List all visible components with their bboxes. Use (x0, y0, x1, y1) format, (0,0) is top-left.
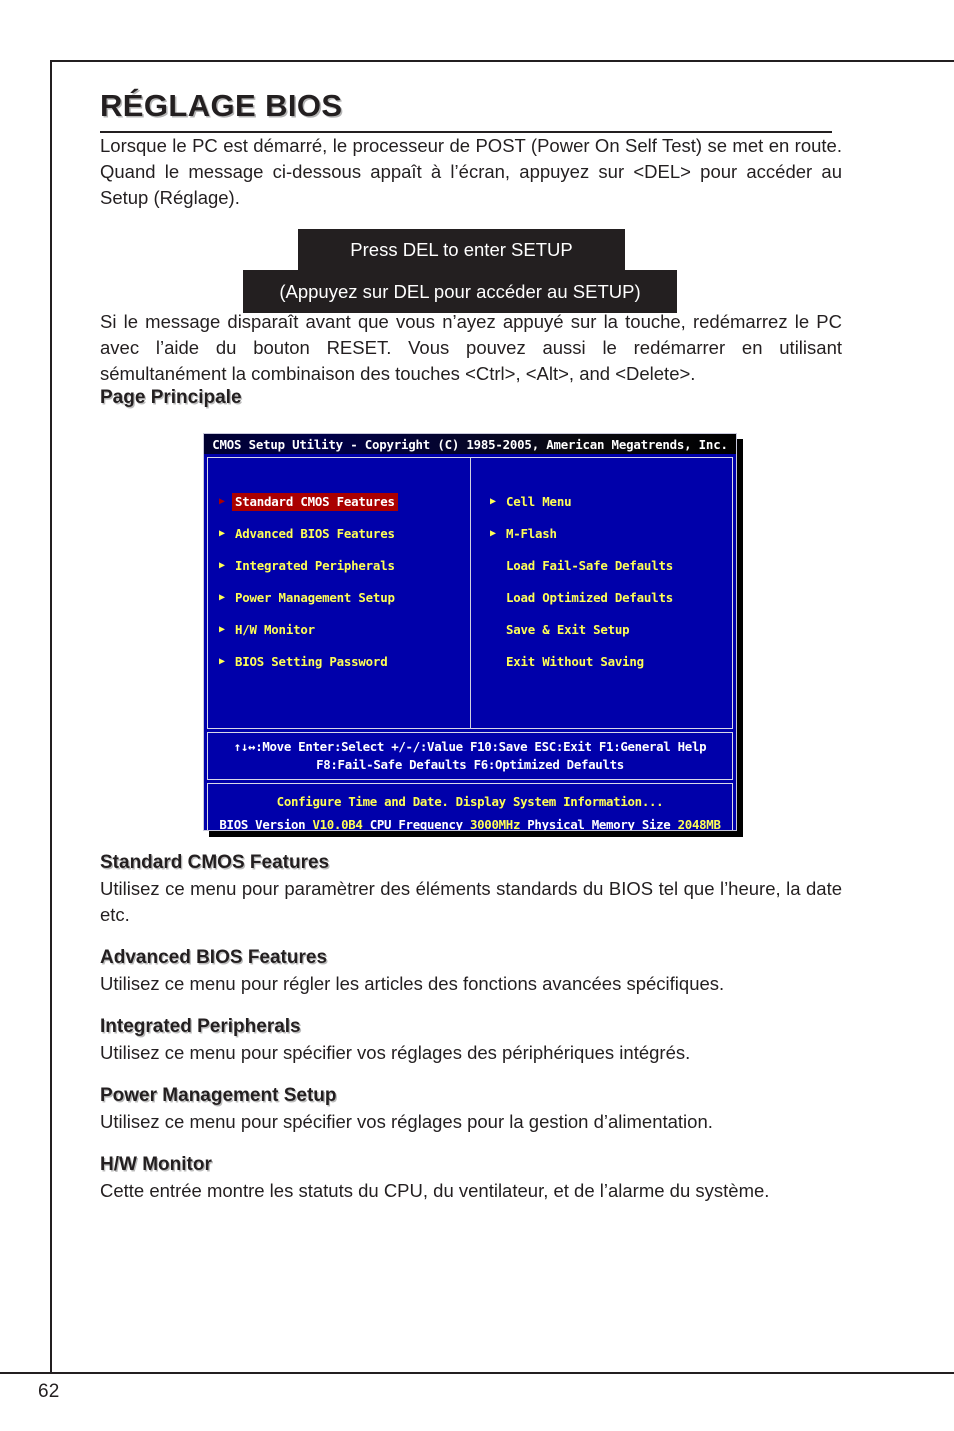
bios-menu-item-hw-monitor[interactable]: ▶ H/W Monitor (219, 614, 459, 646)
bios-menu-item-exit-without-saving[interactable]: Exit Without Saving (490, 646, 730, 678)
intro-paragraph-1: Lorsque le PC est démarré, le processeur… (100, 135, 842, 208)
description-text: Utilisez ce menu pour régler les article… (100, 973, 725, 994)
memory-size-label: Physical Memory Size (520, 817, 678, 831)
bios-menu-label: Standard CMOS Features (232, 493, 398, 511)
description-text: Cette entrée montre les statuts du CPU, … (100, 1180, 770, 1201)
bios-menu-label: H/W Monitor (235, 622, 315, 637)
bios-screenshot: CMOS Setup Utility - Copyright (C) 1985-… (100, 433, 842, 837)
bios-menu-label: Advanced BIOS Features (235, 526, 395, 541)
menu-arrow-icon: ▶ (490, 496, 496, 507)
bios-help-line-2: F8:Fail-Safe Defaults F6:Optimized Defau… (316, 757, 624, 772)
bios-menu-item-power-management-setup[interactable]: ▶ Power Management Setup (219, 582, 459, 614)
bios-titlebar: CMOS Setup Utility - Copyright (C) 1985-… (204, 434, 736, 454)
menu-arrow-icon: ▶ (219, 496, 225, 507)
memory-size-value: 2048MB (677, 817, 721, 831)
intro-paragraph-2: Si le message disparaît avant que vous n… (100, 311, 842, 384)
bios-info-bar: Configure Time and Date. Display System … (207, 783, 733, 831)
description-heading: H/W Monitor (100, 1154, 212, 1175)
post-message-french: (Appuyez sur DEL pour accéder au SETUP) (243, 270, 677, 313)
bios-menu-item-load-optimized-defaults[interactable]: Load Optimized Defaults (490, 582, 730, 614)
page-frame-bottom-rule (0, 1372, 954, 1374)
bios-right-menu-column: ▶ Cell Menu ▶ M-Flash Load Fail-Safe Def… (490, 486, 730, 678)
description-standard-cmos-features: Standard CMOS Features Utilisez ce menu … (100, 852, 842, 928)
description-advanced-bios-features: Advanced BIOS Features Utilisez ce menu … (100, 947, 842, 997)
bios-key-help-bar: ↑↓↔:Move Enter:Select +/-/:Value F10:Sav… (207, 732, 733, 780)
bios-menu-area: ▶ Standard CMOS Features ▶ Advanced BIOS… (207, 457, 733, 729)
menu-arrow-icon: ▶ (490, 528, 496, 539)
page-frame-top-rule (50, 60, 954, 62)
description-heading: Power Management Setup (100, 1085, 337, 1106)
description-text: Utilisez ce menu pour spécifier vos régl… (100, 1111, 713, 1132)
description-heading: Standard CMOS Features (100, 852, 330, 873)
bios-menu-item-advanced-bios-features[interactable]: ▶ Advanced BIOS Features (219, 518, 459, 550)
bios-menu-item-standard-cmos-features[interactable]: ▶ Standard CMOS Features (219, 486, 459, 518)
post-message-boxes: Press DEL to enter SETUP (Appuyez sur DE… (100, 229, 842, 313)
cpu-frequency-label: CPU Frequency (362, 817, 470, 831)
bios-menu-item-m-flash[interactable]: ▶ M-Flash (490, 518, 730, 550)
bios-menu-label: M-Flash (506, 526, 557, 541)
description-integrated-peripherals: Integrated Peripherals Utilisez ce menu … (100, 1016, 842, 1066)
bios-menu-item-bios-setting-password[interactable]: ▶ BIOS Setting Password (219, 646, 459, 678)
bios-column-divider (470, 458, 471, 728)
bios-info-description: Configure Time and Date. Display System … (276, 794, 664, 809)
bios-menu-label: BIOS Setting Password (235, 654, 388, 669)
bios-menu-label: Cell Menu (506, 494, 572, 509)
bios-menu-label: Power Management Setup (235, 590, 395, 605)
bios-menu-item-cell-menu[interactable]: ▶ Cell Menu (490, 486, 730, 518)
bios-menu-label: Load Fail-Safe Defaults (506, 558, 673, 573)
bios-menu-label: Save & Exit Setup (506, 622, 630, 637)
page-number: 62 (38, 1381, 60, 1402)
description-text: Utilisez ce menu pour paramètrer des élé… (100, 878, 842, 925)
bios-menu-label: Exit Without Saving (506, 654, 644, 669)
menu-arrow-icon: ▶ (219, 560, 225, 571)
bios-system-info-line: BIOS Version V10.0B4 CPU Frequency 3000M… (208, 813, 732, 831)
menu-arrow-icon: ▶ (219, 592, 225, 603)
bios-menu-label: Integrated Peripherals (235, 558, 395, 573)
description-heading: Advanced BIOS Features (100, 947, 328, 968)
page-frame-left-rule (50, 60, 52, 1373)
description-power-management-setup: Power Management Setup Utilisez ce menu … (100, 1085, 842, 1135)
bios-menu-item-load-fail-safe-defaults[interactable]: Load Fail-Safe Defaults (490, 550, 730, 582)
bios-version-label: BIOS Version (219, 817, 313, 831)
bios-menu-label: Load Optimized Defaults (506, 590, 673, 605)
page-title: RÉGLAGE BIOS (100, 88, 343, 123)
description-text: Utilisez ce menu pour spécifier vos régl… (100, 1042, 691, 1063)
cpu-frequency-value: 3000MHz (469, 817, 521, 831)
menu-arrow-icon: ▶ (219, 624, 225, 635)
bios-version-value: V10.0B4 (312, 817, 363, 831)
post-message-english: Press DEL to enter SETUP (298, 229, 625, 271)
bios-setup-window: CMOS Setup Utility - Copyright (C) 1985-… (203, 433, 737, 831)
section-heading-page-principale: Page Principale (100, 387, 242, 408)
bios-menu-item-save-and-exit-setup[interactable]: Save & Exit Setup (490, 614, 730, 646)
menu-arrow-icon: ▶ (219, 656, 225, 667)
bios-left-menu-column: ▶ Standard CMOS Features ▶ Advanced BIOS… (219, 486, 459, 678)
bios-help-line-1: ↑↓↔:Move Enter:Select +/-/:Value F10:Sav… (233, 739, 707, 754)
menu-arrow-icon: ▶ (219, 528, 225, 539)
description-heading: Integrated Peripherals (100, 1016, 301, 1037)
page-content: RÉGLAGE BIOS Lorsque le PC est démarré, … (100, 88, 842, 1204)
bios-menu-item-integrated-peripherals[interactable]: ▶ Integrated Peripherals (219, 550, 459, 582)
description-hw-monitor: H/W Monitor Cette entrée montre les stat… (100, 1154, 842, 1204)
